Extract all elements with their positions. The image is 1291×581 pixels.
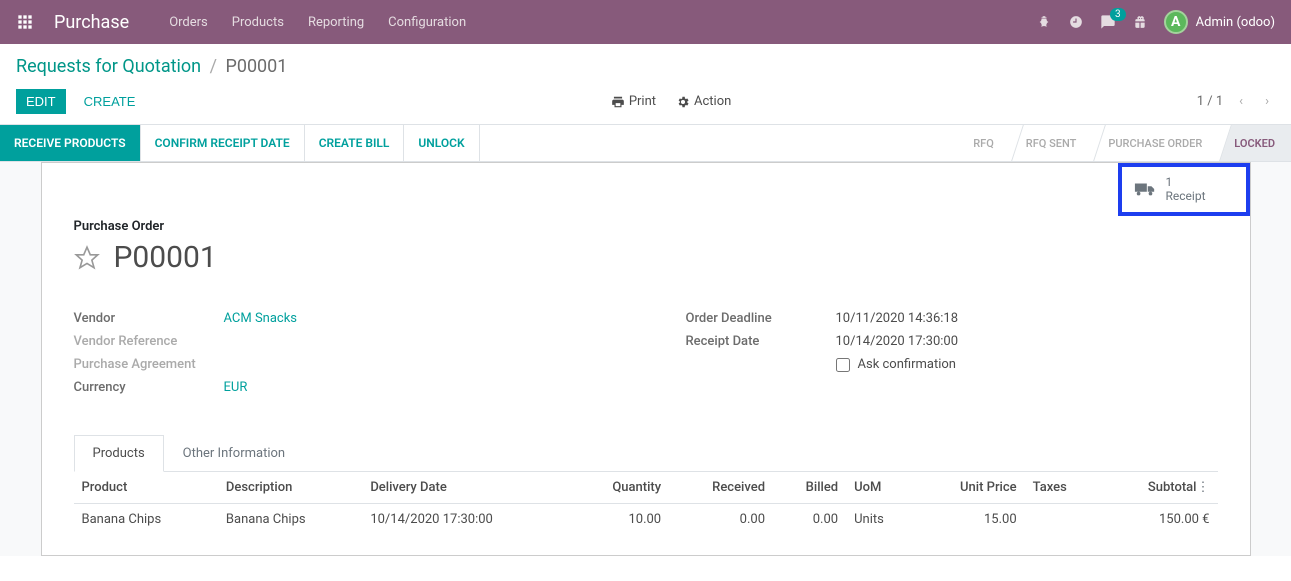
cell-billed: 0.00 bbox=[773, 504, 846, 536]
control-panel: Requests for Quotation / P00001 Edit Cre… bbox=[0, 44, 1291, 114]
stage-rfq[interactable]: RFQ bbox=[957, 125, 1010, 161]
pager-next[interactable]: › bbox=[1259, 90, 1275, 113]
ask-confirmation-checkbox[interactable] bbox=[836, 358, 850, 372]
create-button[interactable]: Create bbox=[74, 89, 146, 114]
top-menu: Orders Products Reporting Configuration bbox=[169, 15, 1035, 30]
vendor-label: Vendor bbox=[74, 311, 224, 326]
cell-received: 0.00 bbox=[669, 504, 773, 536]
record-title: Purchase Order bbox=[74, 219, 1218, 234]
deadline-label: Order Deadline bbox=[686, 311, 836, 326]
debug-icon[interactable] bbox=[1036, 14, 1052, 30]
order-lines-table: Product Description Delivery Date Quanti… bbox=[74, 472, 1218, 535]
truck-icon bbox=[1134, 180, 1156, 198]
breadcrumb: Requests for Quotation / P00001 bbox=[16, 56, 1275, 77]
cell-product: Banana Chips bbox=[74, 504, 218, 536]
th-billed[interactable]: Billed bbox=[773, 472, 846, 504]
currency-value[interactable]: EUR bbox=[224, 380, 248, 395]
th-delivery-date[interactable]: Delivery Date bbox=[362, 472, 571, 504]
menu-reporting[interactable]: Reporting bbox=[308, 15, 364, 30]
edit-button[interactable]: Edit bbox=[16, 89, 66, 114]
app-brand[interactable]: Purchase bbox=[54, 12, 129, 33]
th-subtotal[interactable]: Subtotal⋮ bbox=[1100, 472, 1217, 504]
receipt-count: 1 bbox=[1166, 175, 1206, 189]
th-description[interactable]: Description bbox=[218, 472, 362, 504]
cell-description: Banana Chips bbox=[218, 504, 362, 536]
receipt-stat-button[interactable]: 1 Receipt bbox=[1118, 163, 1250, 216]
pager-prev[interactable]: ‹ bbox=[1233, 90, 1249, 113]
form-sheet: 1 Receipt Purchase Order P00001 VendorAC… bbox=[41, 162, 1251, 556]
stage-purchase-order[interactable]: Purchase Order bbox=[1092, 125, 1218, 161]
avatar: A bbox=[1164, 10, 1188, 34]
vendor-value[interactable]: ACM Snacks bbox=[224, 311, 298, 326]
receive-products-button[interactable]: Receive Products bbox=[0, 125, 141, 161]
receipt-date-label: Receipt Date bbox=[686, 334, 836, 349]
user-menu[interactable]: A Admin (odoo) bbox=[1164, 10, 1275, 34]
action-button[interactable]: Action bbox=[676, 94, 731, 109]
pager-text: 1 / 1 bbox=[1197, 94, 1223, 109]
print-button[interactable]: Print bbox=[611, 94, 656, 109]
th-received[interactable]: Received bbox=[669, 472, 773, 504]
create-bill-button[interactable]: Create Bill bbox=[305, 125, 405, 161]
menu-orders[interactable]: Orders bbox=[169, 15, 208, 30]
cell-quantity: 10.00 bbox=[571, 504, 669, 536]
table-header-row: Product Description Delivery Date Quanti… bbox=[74, 472, 1218, 504]
cell-subtotal: 150.00 € bbox=[1100, 504, 1217, 536]
th-unit-price[interactable]: Unit Price bbox=[915, 472, 1025, 504]
currency-label: Currency bbox=[74, 380, 224, 395]
cell-taxes bbox=[1025, 504, 1101, 536]
cell-unit-price: 15.00 bbox=[915, 504, 1025, 536]
ask-confirmation-label: Ask confirmation bbox=[858, 357, 957, 372]
th-uom[interactable]: UoM bbox=[846, 472, 915, 504]
print-icon bbox=[611, 95, 625, 109]
agreement-label: Purchase Agreement bbox=[74, 357, 224, 372]
top-navbar: Purchase Orders Products Reporting Confi… bbox=[0, 0, 1291, 44]
th-quantity[interactable]: Quantity bbox=[571, 472, 669, 504]
breadcrumb-sep: / bbox=[210, 56, 217, 77]
statusbar: Receive Products Confirm Receipt Date Cr… bbox=[0, 124, 1291, 162]
user-name: Admin (odoo) bbox=[1196, 15, 1275, 30]
stage-rfq-sent[interactable]: RFQ Sent bbox=[1010, 125, 1093, 161]
chat-badge: 3 bbox=[1110, 8, 1126, 21]
navbar-right: 3 A Admin (odoo) bbox=[1036, 10, 1275, 34]
receipt-label: Receipt bbox=[1166, 189, 1206, 203]
cell-uom: Units bbox=[846, 504, 915, 536]
breadcrumb-current: P00001 bbox=[225, 56, 287, 77]
cell-delivery-date: 10/14/2020 17:30:00 bbox=[362, 504, 571, 536]
apps-icon[interactable] bbox=[16, 13, 34, 31]
menu-configuration[interactable]: Configuration bbox=[388, 15, 466, 30]
unlock-button[interactable]: Unlock bbox=[404, 125, 479, 161]
tab-products[interactable]: Products bbox=[74, 435, 164, 472]
vendor-ref-label: Vendor Reference bbox=[74, 334, 224, 349]
breadcrumb-parent[interactable]: Requests for Quotation bbox=[16, 56, 201, 77]
table-row[interactable]: Banana Chips Banana Chips 10/14/2020 17:… bbox=[74, 504, 1218, 536]
th-product[interactable]: Product bbox=[74, 472, 218, 504]
gift-icon[interactable] bbox=[1132, 14, 1148, 30]
th-taxes[interactable]: Taxes bbox=[1025, 472, 1101, 504]
deadline-value: 10/11/2020 14:36:18 bbox=[836, 311, 959, 326]
record-name: P00001 bbox=[114, 240, 217, 275]
receipt-date-value: 10/14/2020 17:30:00 bbox=[836, 334, 959, 349]
menu-products[interactable]: Products bbox=[232, 15, 284, 30]
star-icon[interactable] bbox=[74, 245, 100, 271]
chat-icon[interactable]: 3 bbox=[1100, 14, 1116, 30]
confirm-receipt-date-button[interactable]: Confirm Receipt Date bbox=[141, 125, 305, 161]
clock-icon[interactable] bbox=[1068, 14, 1084, 30]
columns-kebab-icon[interactable]: ⋮ bbox=[1197, 480, 1210, 495]
gear-icon bbox=[676, 95, 690, 109]
tab-other-information[interactable]: Other Information bbox=[164, 435, 304, 472]
